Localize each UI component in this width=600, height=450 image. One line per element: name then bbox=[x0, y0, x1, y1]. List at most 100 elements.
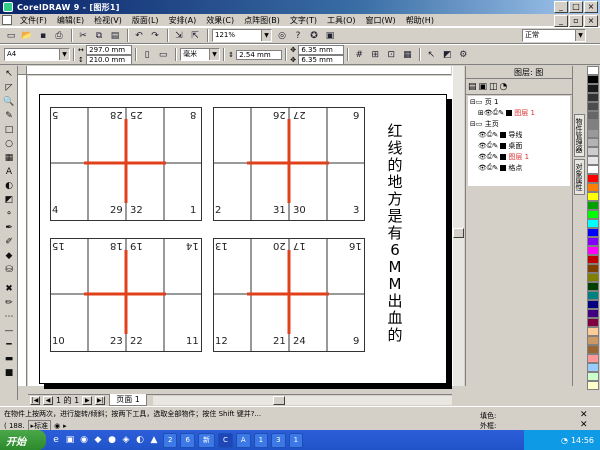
pencil-icon[interactable]: ✎ bbox=[493, 131, 499, 139]
menu-effects[interactable]: 效果(C) bbox=[201, 15, 239, 26]
palette-swatch[interactable] bbox=[587, 264, 599, 273]
taskbar-item[interactable]: 2 bbox=[163, 432, 178, 448]
palette-swatch[interactable] bbox=[587, 246, 599, 255]
paper-type-combo[interactable]: A4 ▼ bbox=[4, 48, 70, 61]
menu-window[interactable]: 窗口(W) bbox=[361, 15, 401, 26]
palette-swatch[interactable] bbox=[587, 174, 599, 183]
page-width-input[interactable]: 297.0 mm bbox=[86, 44, 133, 55]
imposition-block[interactable]: 5 28 25 8 4 29 32 1 bbox=[50, 107, 202, 221]
coreldraw-app-icon[interactable] bbox=[3, 2, 13, 12]
snap-objects-icon[interactable]: ⊡ bbox=[384, 48, 398, 62]
edit-across-layers-icon[interactable]: ◫ bbox=[489, 82, 498, 92]
eye-icon[interactable]: 👁 bbox=[484, 109, 493, 117]
ruler-corner[interactable] bbox=[18, 66, 27, 75]
units-combo[interactable]: 毫米 ▼ bbox=[180, 48, 221, 61]
dup-y-input[interactable]: 6.35 mm bbox=[298, 54, 345, 65]
eye-icon[interactable]: 👁 bbox=[478, 131, 487, 139]
palette-swatch[interactable] bbox=[587, 327, 599, 336]
layer-view-icon[interactable]: ▤ bbox=[468, 82, 477, 92]
eye-icon[interactable]: 👁 bbox=[478, 142, 487, 150]
palette-swatch[interactable] bbox=[587, 102, 599, 111]
play-icon[interactable]: ▸ bbox=[63, 422, 67, 430]
palette-swatch[interactable] bbox=[587, 228, 599, 237]
palette-swatch[interactable] bbox=[587, 381, 599, 390]
minimize-button[interactable]: _ bbox=[554, 1, 568, 13]
tree-item-grid[interactable]: 👁 ⎙ ✎ 格点 bbox=[468, 162, 570, 173]
corel-icon[interactable]: ◎ bbox=[275, 29, 289, 43]
media-icon[interactable]: ◉ bbox=[78, 434, 90, 446]
prev-page-button[interactable]: ◀ bbox=[43, 395, 53, 405]
palette-swatch[interactable] bbox=[587, 282, 599, 291]
tutor-icon[interactable]: ▣ bbox=[323, 29, 337, 43]
transparency-tool-icon[interactable]: ◩ bbox=[1, 193, 17, 206]
zoom-tool-icon[interactable]: 🔍 bbox=[1, 95, 17, 108]
tree-item-desktop[interactable]: 👁 ⎙ ✎ 桌面 bbox=[468, 140, 570, 151]
first-page-button[interactable]: |◀ bbox=[30, 395, 40, 405]
taskbar-item[interactable]: 1 bbox=[288, 432, 304, 448]
palette-swatch[interactable] bbox=[587, 372, 599, 381]
redo-icon[interactable]: ↷ bbox=[148, 29, 162, 43]
last-page-button[interactable]: ▶| bbox=[95, 395, 106, 405]
view-mode-combo[interactable]: 正常 ▼ bbox=[522, 29, 586, 42]
menu-view[interactable]: 检视(V) bbox=[89, 15, 127, 26]
palette-swatch[interactable] bbox=[587, 318, 599, 327]
imposition-block[interactable]: 13 20 17 16 12 21 24 9 bbox=[213, 238, 365, 352]
palette-swatch[interactable] bbox=[587, 138, 599, 147]
bleed-note-text[interactable]: 红线的地方是有6MM出血的 bbox=[383, 123, 407, 344]
menu-arrange[interactable]: 安排(A) bbox=[164, 15, 202, 26]
pencil-icon[interactable]: ✎ bbox=[493, 142, 499, 150]
palette-swatch[interactable] bbox=[587, 336, 599, 345]
printable-page[interactable]: 5 28 25 8 4 29 32 1 26 27 6 2 31 30 3 15… bbox=[39, 94, 447, 384]
ie-icon[interactable]: e bbox=[50, 434, 62, 446]
vertical-scroll-thumb[interactable] bbox=[453, 228, 464, 238]
chevron-down-icon[interactable]: ▼ bbox=[261, 30, 271, 41]
palette-swatch[interactable] bbox=[587, 363, 599, 372]
print-icon[interactable]: ⎙ bbox=[52, 29, 66, 43]
pen-icon[interactable]: ✏ bbox=[1, 296, 17, 309]
pencil-icon[interactable]: ✎ bbox=[493, 153, 499, 161]
menu-edit[interactable]: 编辑(E) bbox=[52, 15, 89, 26]
rectangle-tool-icon[interactable]: □ bbox=[1, 123, 17, 136]
whats-this-icon[interactable]: ✪ bbox=[307, 29, 321, 43]
chevron-down-icon[interactable]: ▼ bbox=[209, 49, 220, 60]
maximize-button[interactable]: □ bbox=[569, 1, 583, 13]
line-heavy-icon[interactable]: ■ bbox=[1, 366, 17, 379]
menu-layout[interactable]: 版面(L) bbox=[127, 15, 164, 26]
palette-swatch[interactable] bbox=[587, 120, 599, 129]
open-docker-icon[interactable]: ◩ bbox=[440, 48, 454, 62]
save-icon[interactable]: ▪ bbox=[36, 29, 50, 43]
palette-swatch[interactable] bbox=[587, 192, 599, 201]
doc-minimize-button[interactable]: _ bbox=[554, 15, 568, 27]
tray-icon[interactable]: ◔ bbox=[561, 436, 568, 445]
outline-none-icon[interactable]: ✕ bbox=[580, 420, 588, 430]
polygon-tool-icon[interactable]: ▦ bbox=[1, 151, 17, 164]
landscape-icon[interactable]: ▭ bbox=[156, 48, 170, 62]
zoom-combo[interactable]: 121% ▼ bbox=[212, 29, 272, 42]
horizontal-ruler[interactable] bbox=[27, 66, 451, 75]
page-tab[interactable]: 页面 1 bbox=[109, 394, 147, 406]
menu-file[interactable]: 文件(F) bbox=[15, 15, 52, 26]
freehand-tool-icon[interactable]: ✎ bbox=[1, 109, 17, 122]
chevron-down-icon[interactable]: ▼ bbox=[575, 30, 585, 41]
pencil-icon[interactable]: ✎ bbox=[493, 164, 499, 172]
help-icon[interactable]: ? bbox=[291, 29, 305, 43]
eye-icon[interactable]: 👁 bbox=[478, 153, 487, 161]
palette-swatch[interactable] bbox=[587, 84, 599, 93]
tree-item-guides[interactable]: 👁 ⎙ ✎ 导线 bbox=[468, 129, 570, 140]
doc-restore-button[interactable]: ▫ bbox=[569, 15, 583, 27]
line-thin-icon[interactable]: — bbox=[1, 324, 17, 337]
next-page-button[interactable]: ▶ bbox=[82, 395, 93, 405]
vertical-ruler[interactable] bbox=[18, 75, 27, 386]
palette-swatch[interactable] bbox=[587, 129, 599, 138]
menu-bitmaps[interactable]: 点阵图(B) bbox=[239, 15, 285, 26]
pick-tool-icon[interactable]: ↖ bbox=[1, 67, 17, 80]
options-icon[interactable]: ⚙ bbox=[456, 48, 470, 62]
palette-swatch[interactable] bbox=[587, 354, 599, 363]
palette-swatch[interactable] bbox=[587, 75, 599, 84]
ellipse-tool-icon[interactable]: ○ bbox=[1, 137, 17, 150]
taskbar-item[interactable]: 1 bbox=[253, 432, 269, 448]
palette-swatch[interactable] bbox=[587, 210, 599, 219]
line-medium-icon[interactable]: ━ bbox=[1, 338, 17, 351]
palette-swatch[interactable] bbox=[587, 345, 599, 354]
tab-object-manager[interactable]: 物件管理器 bbox=[574, 114, 585, 157]
